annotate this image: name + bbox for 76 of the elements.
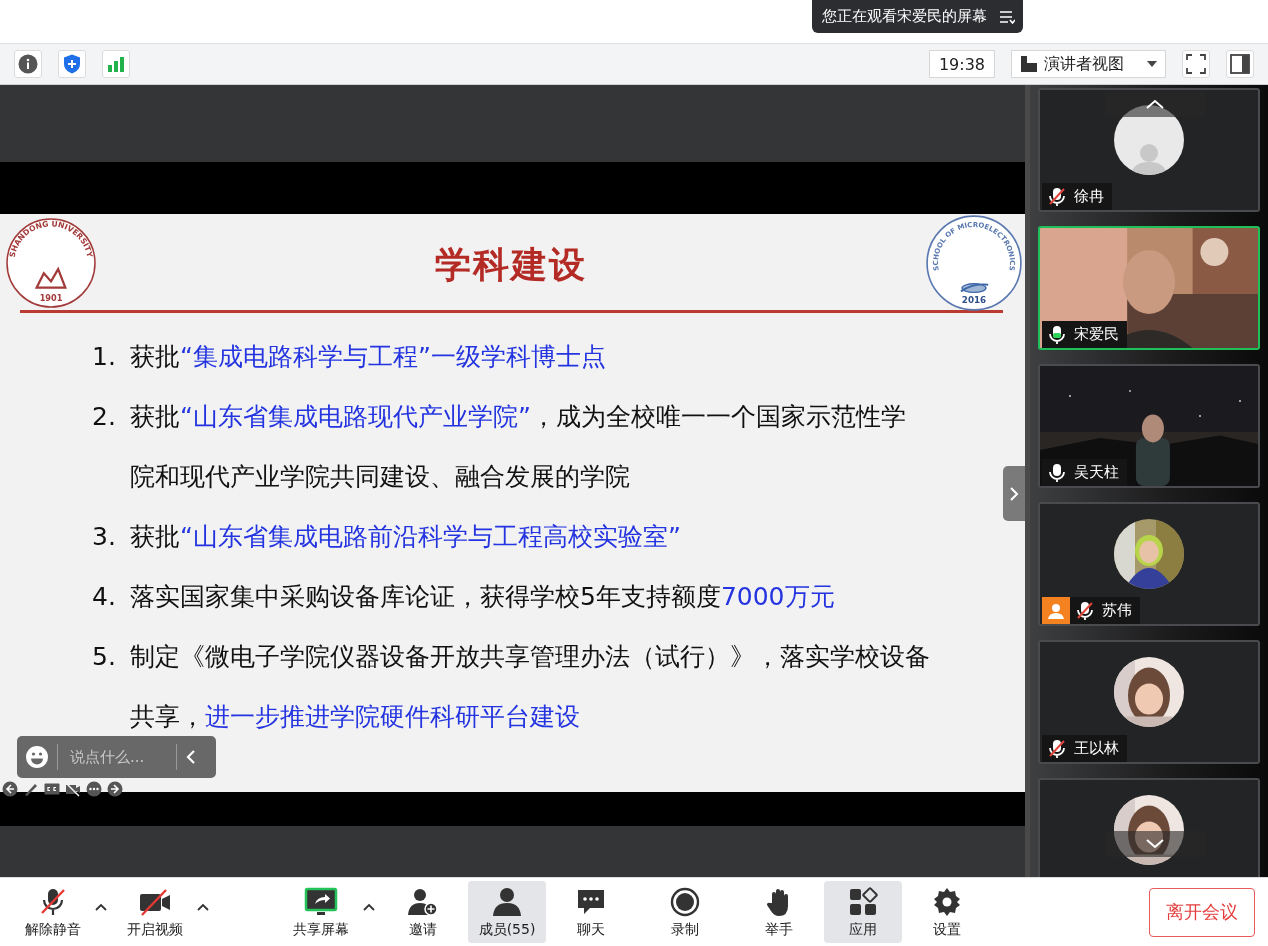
menu-icon[interactable] — [999, 9, 1015, 24]
view-mode-dropdown[interactable]: 演讲者视图 — [1011, 50, 1166, 78]
chevron-down-icon — [1146, 839, 1164, 849]
network-button[interactable] — [102, 50, 130, 78]
person-icon — [1047, 602, 1065, 619]
apps-icon — [848, 887, 878, 917]
participant-tile[interactable]: 苏伟 — [1038, 502, 1260, 626]
record-icon — [670, 887, 700, 917]
slide-bullet-text: 获批“山东省集成电路现代产业学院”，成为全校唯一一个国家示范性学院和现代产业学院共同建设、融合发展的学院 — [130, 401, 907, 493]
person-icon — [492, 887, 522, 917]
panel-icon — [1230, 54, 1250, 74]
caret-icon — [1147, 61, 1157, 67]
slide-bullet-text: 获批“集成电路科学与工程”一级学科博士点 — [130, 341, 607, 373]
shield-icon — [63, 54, 81, 74]
participant-name: 苏伟 — [1102, 601, 1132, 620]
chat-icon — [576, 887, 606, 917]
toolbar-button[interactable]: 应用 — [824, 881, 902, 943]
participant-name: 王以林 — [1074, 739, 1119, 758]
toolbar-button[interactable]: 邀请 — [384, 881, 462, 943]
participant-tile[interactable]: 吴天柱 — [1038, 364, 1260, 488]
next-page-button[interactable] — [1003, 466, 1025, 521]
security-button[interactable] — [58, 50, 86, 78]
captions-icon[interactable] — [44, 781, 60, 797]
toolbar-button[interactable]: 解除静音 — [14, 881, 92, 943]
leave-meeting-button[interactable]: 离开会议 — [1149, 887, 1255, 937]
signal-icon — [107, 56, 125, 72]
info-icon — [18, 54, 38, 74]
toolbar-button[interactable]: 成员(55) — [468, 881, 546, 943]
meeting-time: 19:38 — [929, 50, 995, 78]
emoji-icon[interactable] — [25, 745, 49, 769]
toolbar-button[interactable]: 共享屏幕 — [282, 881, 360, 943]
logo-year: 2016 — [961, 294, 987, 305]
emblem-drawing — [959, 282, 990, 293]
banner-text: 您正在观看宋爱民的屏幕 — [822, 7, 987, 26]
settings-icon — [932, 887, 962, 917]
info-button[interactable] — [14, 50, 42, 78]
caret-up-icon — [363, 903, 375, 911]
participant-name: 徐冉 — [1074, 187, 1104, 206]
layout-icon — [1020, 55, 1038, 73]
emblem-drawing — [34, 266, 67, 289]
next-icon[interactable] — [107, 781, 123, 797]
toolbar-button[interactable]: 录制 — [646, 881, 724, 943]
caret-up-icon — [197, 903, 209, 911]
participant-name: 宋爱民 — [1074, 325, 1119, 344]
pen-icon[interactable] — [23, 781, 39, 797]
caret-up-icon — [95, 903, 107, 911]
add-person-icon — [407, 887, 439, 917]
logo-year: 1901 — [39, 292, 63, 303]
slide-bullet-text: 制定《微电子学院仪器设备开放共享管理办法（试行）》，落实学校设备共享，进一步推进学院硬件科研平台建设 — [130, 641, 930, 733]
item-number: 1. — [92, 341, 117, 373]
previous-icon[interactable] — [2, 781, 18, 797]
slide-title: 学科建设 — [434, 243, 588, 287]
toolbar-button[interactable]: 开启视频 — [116, 881, 194, 943]
participant-name: 吴天柱 — [1074, 463, 1119, 482]
collapse-icon[interactable] — [185, 749, 197, 765]
sidebar-toggle-button[interactable] — [1226, 50, 1254, 78]
item-number: 5. — [92, 641, 117, 673]
slide-bullet-text: 获批“山东省集成电路前沿科学与工程高校实验室” — [130, 521, 682, 553]
toolbar-button[interactable]: 聊天 — [552, 881, 630, 943]
fullscreen-button[interactable] — [1182, 50, 1210, 78]
chevron-up-icon — [1146, 99, 1164, 109]
fullscreen-icon — [1186, 54, 1206, 74]
item-number: 4. — [92, 581, 117, 613]
item-number: 2. — [92, 401, 117, 433]
toolbar-button[interactable]: 举手 — [740, 881, 818, 943]
more-icon[interactable] — [86, 781, 102, 797]
toolbar-button[interactable]: 设置 — [908, 881, 986, 943]
share-screen-icon — [304, 887, 338, 917]
slide-bullet-text: 落实国家集中采购设备库论证，获得学校5年支持额度7000万元 — [130, 581, 836, 613]
participant-tile[interactable]: 宋爱民 — [1038, 226, 1260, 350]
item-number: 3. — [92, 521, 117, 553]
participant-tile[interactable]: 王以林 — [1038, 640, 1260, 764]
participant-tile[interactable]: 徐冉 — [1038, 88, 1260, 212]
chat-input-field[interactable]: 说点什么... — [66, 748, 168, 766]
chevron-right-icon — [1009, 485, 1019, 502]
participant-tile[interactable] — [1038, 778, 1260, 877]
